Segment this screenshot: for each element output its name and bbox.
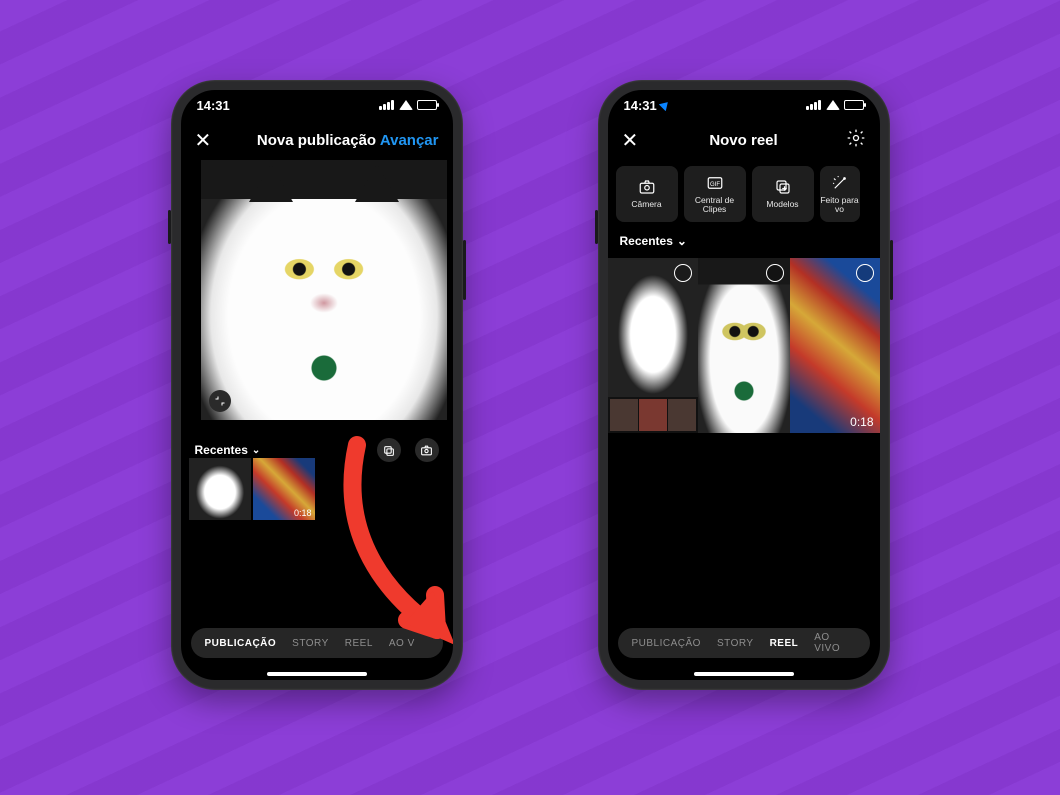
svg-text:GIF: GIF — [710, 182, 720, 188]
tile-camera[interactable]: Câmera — [616, 166, 678, 222]
mode-tab-aovivo[interactable]: AO VIVO — [814, 632, 855, 654]
battery-icon — [417, 100, 437, 110]
battery-icon — [844, 100, 864, 110]
home-indicator[interactable] — [267, 672, 367, 676]
camera-icon — [638, 178, 656, 196]
location-icon — [658, 99, 671, 112]
mode-tab-aovivo[interactable]: AO V — [389, 638, 415, 649]
phones-container: 14:31 ✕ Nova publicação Avançar — [0, 80, 1060, 690]
templates-icon — [774, 178, 792, 196]
header-title: Novo reel — [608, 132, 880, 149]
preview-image-cat — [201, 160, 447, 420]
signal-icon — [379, 100, 395, 110]
new-reel-header: ✕ Novo reel — [608, 120, 880, 160]
wifi-icon — [826, 100, 840, 110]
video-duration: 0:18 — [294, 508, 312, 518]
mode-tab-story[interactable]: STORY — [717, 638, 754, 649]
mode-tab-publicacao[interactable]: PUBLICAÇÃO — [632, 638, 701, 649]
mode-tab-reel[interactable]: REEL — [345, 638, 373, 649]
gallery-thumb[interactable] — [189, 458, 251, 520]
phone-frame-right: 14:31 ✕ Novo reel Câmera — [598, 80, 890, 690]
mode-tab-publicacao[interactable]: PUBLICAÇÃO — [205, 638, 277, 649]
media-preview[interactable] — [201, 160, 447, 420]
album-dropdown[interactable]: Recentes ⌄ — [620, 234, 687, 248]
select-circle[interactable] — [766, 264, 784, 282]
gallery-thumbs: 0:18 — [189, 458, 315, 520]
reel-create-tiles: Câmera GIF Central de Clipes Modelos Fei… — [616, 166, 880, 222]
gif-icon: GIF — [706, 174, 724, 192]
tile-label: Modelos — [766, 200, 798, 209]
album-dropdown-label: Recentes — [195, 443, 248, 457]
album-dropdown-label: Recentes — [620, 234, 673, 248]
tile-templates[interactable]: Modelos — [752, 166, 814, 222]
phone-frame-left: 14:31 ✕ Nova publicação Avançar — [171, 80, 463, 690]
chevron-down-icon: ⌄ — [252, 445, 260, 456]
screen-new-reel: 14:31 ✕ Novo reel Câmera — [608, 90, 880, 680]
stack-icon — [382, 444, 395, 457]
home-indicator[interactable] — [694, 672, 794, 676]
video-duration: 0:18 — [850, 415, 873, 429]
mode-selector[interactable]: PUBLICAÇÃO STORY REEL AO VIVO — [618, 628, 870, 658]
notch — [257, 90, 377, 114]
mode-selector[interactable]: PUBLICAÇÃO STORY REEL AO V — [191, 628, 443, 658]
close-icon[interactable]: ✕ — [622, 128, 639, 153]
signal-icon — [806, 100, 822, 110]
gallery-thumb[interactable] — [608, 258, 698, 433]
camera-icon — [420, 444, 433, 457]
select-circle[interactable] — [674, 264, 692, 282]
tile-label: Feito para vo — [820, 196, 860, 215]
aspect-ratio-button[interactable] — [209, 390, 231, 412]
album-dropdown[interactable]: Recentes ⌄ — [195, 443, 261, 457]
next-button[interactable]: Avançar — [380, 132, 439, 149]
mode-tab-story[interactable]: STORY — [292, 638, 329, 649]
mode-tab-reel[interactable]: REEL — [770, 638, 799, 649]
new-post-header: ✕ Nova publicação Avançar — [181, 120, 453, 160]
gallery-thumb[interactable]: 0:18 — [253, 458, 315, 520]
aspect-ratio-icon — [214, 395, 226, 407]
gallery-thumb[interactable]: 0:18 — [790, 258, 880, 433]
settings-button[interactable] — [846, 128, 866, 152]
tile-label: Central de Clipes — [684, 196, 746, 215]
select-circle[interactable] — [856, 264, 874, 282]
wifi-icon — [399, 100, 413, 110]
chevron-down-icon: ⌄ — [677, 234, 687, 248]
effects-icon — [831, 174, 849, 192]
reel-gallery-grid: 0:18 — [608, 258, 880, 433]
status-time: 14:31 — [197, 98, 230, 113]
notch — [684, 90, 804, 114]
status-time: 14:31 — [624, 98, 657, 113]
multi-select-button[interactable] — [377, 438, 401, 462]
tile-clip-hub[interactable]: GIF Central de Clipes — [684, 166, 746, 222]
tile-effects[interactable]: Feito para vo — [820, 166, 860, 222]
gear-icon — [846, 128, 866, 148]
close-icon[interactable]: ✕ — [195, 128, 212, 153]
screen-new-post: 14:31 ✕ Nova publicação Avançar — [181, 90, 453, 680]
tile-label: Câmera — [631, 200, 661, 209]
open-camera-button[interactable] — [415, 438, 439, 462]
gallery-thumb[interactable] — [698, 258, 790, 433]
